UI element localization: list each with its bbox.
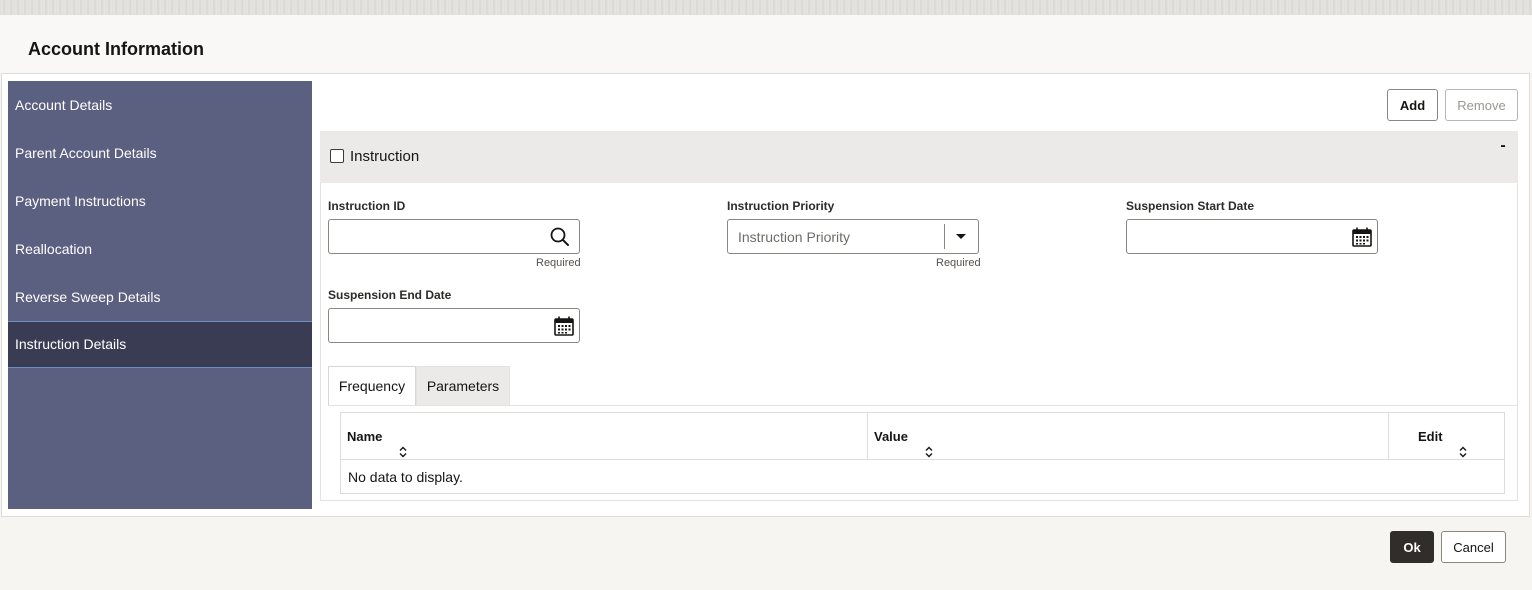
instruction-select-checkbox[interactable] <box>330 149 344 163</box>
calendar-icon[interactable] <box>553 315 575 337</box>
sidebar-nav: Account Details Parent Account Details P… <box>8 81 312 509</box>
suspension-start-date-label: Suspension Start Date <box>1126 199 1255 213</box>
select-divider <box>944 224 945 249</box>
instruction-id-required-hint: Required <box>536 257 581 269</box>
remove-button[interactable]: Remove <box>1445 89 1518 121</box>
sort-icon[interactable] <box>1458 431 1468 458</box>
collapse-section-button[interactable]: - <box>1496 138 1510 155</box>
tab-parameters[interactable]: Parameters <box>416 366 510 405</box>
caret-down-icon[interactable] <box>950 226 972 248</box>
tab-frequency[interactable]: Frequency <box>328 366 416 405</box>
page-title: Account Information <box>28 39 204 59</box>
calendar-icon[interactable] <box>1351 226 1373 248</box>
suspension-end-date-label: Suspension End Date <box>328 288 452 302</box>
sidebar-item-instruction-details[interactable]: Instruction Details <box>8 321 312 368</box>
instruction-id-label: Instruction ID <box>328 199 406 213</box>
suspension-end-date-field-wrapper <box>328 308 580 343</box>
search-icon[interactable] <box>549 226 571 248</box>
sort-icon[interactable] <box>924 431 934 458</box>
sidebar-item-payment-instructions[interactable]: Payment Instructions <box>8 178 312 225</box>
column-header-value-label: Value <box>874 429 908 444</box>
suspension-start-date-field-wrapper <box>1126 219 1378 254</box>
column-header-edit-label: Edit <box>1418 429 1443 444</box>
ok-button[interactable]: Ok <box>1390 531 1434 563</box>
column-header-name-label: Name <box>347 429 383 444</box>
empty-table-message: No data to display. <box>348 469 463 485</box>
frequency-table: Name Value Edit No data to display. <box>340 412 1505 494</box>
sidebar-item-account-details[interactable]: Account Details <box>8 82 312 129</box>
column-header-edit[interactable]: Edit <box>1389 413 1505 460</box>
instruction-id-input[interactable] <box>329 220 579 253</box>
section-title: Instruction <box>350 148 420 165</box>
instruction-priority-required-hint: Required <box>936 257 981 269</box>
instruction-priority-label: Instruction Priority <box>727 199 835 213</box>
cancel-button[interactable]: Cancel <box>1441 531 1506 563</box>
add-button[interactable]: Add <box>1387 89 1438 121</box>
instruction-priority-input[interactable] <box>728 220 978 253</box>
instruction-section-header <box>320 131 1518 183</box>
dialog-header: Account Information <box>0 15 1532 73</box>
sidebar-item-reverse-sweep-details[interactable]: Reverse Sweep Details <box>8 274 312 321</box>
suspension-start-date-input[interactable] <box>1127 220 1377 253</box>
sidebar-item-parent-account-details[interactable]: Parent Account Details <box>8 130 312 177</box>
sort-icon[interactable] <box>398 431 408 458</box>
suspension-end-date-input[interactable] <box>329 309 579 342</box>
column-header-value[interactable]: Value <box>868 413 1389 460</box>
instruction-id-field-wrapper <box>328 219 580 254</box>
column-header-name[interactable]: Name <box>341 413 868 460</box>
instruction-priority-select[interactable] <box>727 219 979 254</box>
top-banner-texture <box>0 0 1532 15</box>
sidebar-item-reallocation[interactable]: Reallocation <box>8 226 312 273</box>
tab-divider <box>328 405 1517 406</box>
